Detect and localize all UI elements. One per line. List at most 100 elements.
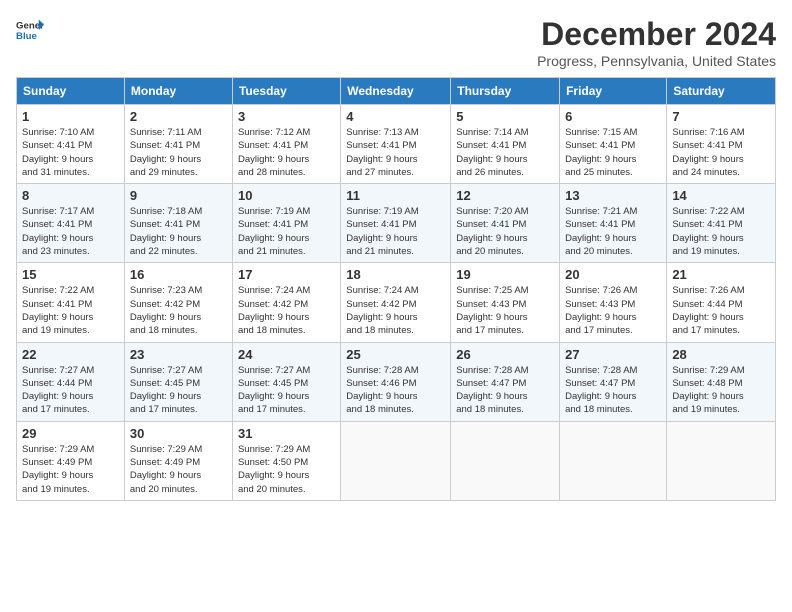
day-number: 12	[456, 188, 554, 203]
day-info: Sunrise: 7:21 AM Sunset: 4:41 PM Dayligh…	[565, 205, 661, 258]
day-info: Sunrise: 7:22 AM Sunset: 4:41 PM Dayligh…	[672, 205, 770, 258]
weekday-header: Sunday	[17, 78, 125, 105]
day-info: Sunrise: 7:27 AM Sunset: 4:44 PM Dayligh…	[22, 364, 119, 417]
calendar-cell: 13 Sunrise: 7:21 AM Sunset: 4:41 PM Dayli…	[560, 184, 667, 263]
calendar-cell	[667, 421, 776, 500]
day-info: Sunrise: 7:16 AM Sunset: 4:41 PM Dayligh…	[672, 126, 770, 179]
day-info: Sunrise: 7:19 AM Sunset: 4:41 PM Dayligh…	[346, 205, 445, 258]
day-info: Sunrise: 7:14 AM Sunset: 4:41 PM Dayligh…	[456, 126, 554, 179]
calendar-cell: 2 Sunrise: 7:11 AM Sunset: 4:41 PM Daylig…	[124, 105, 232, 184]
day-number: 15	[22, 267, 119, 282]
calendar-cell: 20 Sunrise: 7:26 AM Sunset: 4:43 PM Dayli…	[560, 263, 667, 342]
day-number: 13	[565, 188, 661, 203]
month-title: December 2024	[537, 16, 776, 53]
calendar-cell	[341, 421, 451, 500]
day-number: 26	[456, 347, 554, 362]
day-number: 29	[22, 426, 119, 441]
calendar-cell: 10 Sunrise: 7:19 AM Sunset: 4:41 PM Dayli…	[232, 184, 340, 263]
calendar-cell: 6Sunrise: 7:15 AM Sunset: 4:41 PM Daylig…	[560, 105, 667, 184]
day-info: Sunrise: 7:22 AM Sunset: 4:41 PM Dayligh…	[22, 284, 119, 337]
calendar-cell: 28Sunrise: 7:29 AM Sunset: 4:48 PM Dayli…	[667, 342, 776, 421]
day-info: Sunrise: 7:29 AM Sunset: 4:48 PM Dayligh…	[672, 364, 770, 417]
day-info: Sunrise: 7:12 AM Sunset: 4:41 PM Dayligh…	[238, 126, 335, 179]
weekday-header: Thursday	[451, 78, 560, 105]
day-info: Sunrise: 7:29 AM Sunset: 4:49 PM Dayligh…	[22, 443, 119, 496]
calendar-cell: 16Sunrise: 7:23 AM Sunset: 4:42 PM Dayli…	[124, 263, 232, 342]
calendar-cell: 11 Sunrise: 7:19 AM Sunset: 4:41 PM Dayli…	[341, 184, 451, 263]
day-number: 3	[238, 109, 335, 124]
location-title: Progress, Pennsylvania, United States	[537, 53, 776, 69]
calendar-week-row: 22 Sunrise: 7:27 AM Sunset: 4:44 PM Dayli…	[17, 342, 776, 421]
calendar-week-row: 29 Sunrise: 7:29 AM Sunset: 4:49 PM Dayli…	[17, 421, 776, 500]
calendar-cell: 23 Sunrise: 7:27 AM Sunset: 4:45 PM Dayli…	[124, 342, 232, 421]
day-number: 27	[565, 347, 661, 362]
day-info: Sunrise: 7:13 AM Sunset: 4:41 PM Dayligh…	[346, 126, 445, 179]
calendar-week-row: 8 Sunrise: 7:17 AM Sunset: 4:41 PM Daylig…	[17, 184, 776, 263]
calendar-cell	[451, 421, 560, 500]
day-number: 25	[346, 347, 445, 362]
day-number: 16	[130, 267, 227, 282]
day-info: Sunrise: 7:27 AM Sunset: 4:45 PM Dayligh…	[238, 364, 335, 417]
calendar-cell: 26 Sunrise: 7:28 AM Sunset: 4:47 PM Dayli…	[451, 342, 560, 421]
day-info: Sunrise: 7:24 AM Sunset: 4:42 PM Dayligh…	[346, 284, 445, 337]
day-number: 20	[565, 267, 661, 282]
day-info: Sunrise: 7:29 AM Sunset: 4:50 PM Dayligh…	[238, 443, 335, 496]
calendar-cell: 17 Sunrise: 7:24 AM Sunset: 4:42 PM Dayli…	[232, 263, 340, 342]
svg-text:Blue: Blue	[16, 31, 37, 42]
calendar-cell: 9 Sunrise: 7:18 AM Sunset: 4:41 PM Daylig…	[124, 184, 232, 263]
day-info: Sunrise: 7:28 AM Sunset: 4:47 PM Dayligh…	[565, 364, 661, 417]
day-info: Sunrise: 7:20 AM Sunset: 4:41 PM Dayligh…	[456, 205, 554, 258]
header: General Blue December 2024 Progress, Pen…	[16, 16, 776, 69]
day-info: Sunrise: 7:19 AM Sunset: 4:41 PM Dayligh…	[238, 205, 335, 258]
calendar-cell: 19Sunrise: 7:25 AM Sunset: 4:43 PM Dayli…	[451, 263, 560, 342]
day-number: 21	[672, 267, 770, 282]
calendar-cell: 31Sunrise: 7:29 AM Sunset: 4:50 PM Dayli…	[232, 421, 340, 500]
calendar-cell: 4Sunrise: 7:13 AM Sunset: 4:41 PM Daylig…	[341, 105, 451, 184]
logo-icon: General Blue	[16, 16, 44, 44]
day-info: Sunrise: 7:28 AM Sunset: 4:46 PM Dayligh…	[346, 364, 445, 417]
day-info: Sunrise: 7:28 AM Sunset: 4:47 PM Dayligh…	[456, 364, 554, 417]
weekday-header: Tuesday	[232, 78, 340, 105]
calendar-cell: 29 Sunrise: 7:29 AM Sunset: 4:49 PM Dayli…	[17, 421, 125, 500]
calendar-cell: 1Sunrise: 7:10 AM Sunset: 4:41 PM Daylig…	[17, 105, 125, 184]
weekday-header: Monday	[124, 78, 232, 105]
calendar-cell: 12 Sunrise: 7:20 AM Sunset: 4:41 PM Dayli…	[451, 184, 560, 263]
calendar-cell	[560, 421, 667, 500]
calendar-cell: 21 Sunrise: 7:26 AM Sunset: 4:44 PM Dayli…	[667, 263, 776, 342]
day-number: 14	[672, 188, 770, 203]
day-number: 11	[346, 188, 445, 203]
day-number: 7	[672, 109, 770, 124]
day-info: Sunrise: 7:11 AM Sunset: 4:41 PM Dayligh…	[130, 126, 227, 179]
day-number: 9	[130, 188, 227, 203]
calendar-cell: 8 Sunrise: 7:17 AM Sunset: 4:41 PM Daylig…	[17, 184, 125, 263]
day-info: Sunrise: 7:15 AM Sunset: 4:41 PM Dayligh…	[565, 126, 661, 179]
day-info: Sunrise: 7:17 AM Sunset: 4:41 PM Dayligh…	[22, 205, 119, 258]
day-info: Sunrise: 7:27 AM Sunset: 4:45 PM Dayligh…	[130, 364, 227, 417]
day-number: 24	[238, 347, 335, 362]
calendar-cell: 24 Sunrise: 7:27 AM Sunset: 4:45 PM Dayli…	[232, 342, 340, 421]
day-info: Sunrise: 7:26 AM Sunset: 4:44 PM Dayligh…	[672, 284, 770, 337]
calendar-cell: 27 Sunrise: 7:28 AM Sunset: 4:47 PM Dayli…	[560, 342, 667, 421]
day-number: 22	[22, 347, 119, 362]
weekday-header: Friday	[560, 78, 667, 105]
calendar-cell: 18Sunrise: 7:24 AM Sunset: 4:42 PM Dayli…	[341, 263, 451, 342]
day-info: Sunrise: 7:24 AM Sunset: 4:42 PM Dayligh…	[238, 284, 335, 337]
day-info: Sunrise: 7:18 AM Sunset: 4:41 PM Dayligh…	[130, 205, 227, 258]
day-number: 30	[130, 426, 227, 441]
calendar-week-row: 15 Sunrise: 7:22 AM Sunset: 4:41 PM Dayli…	[17, 263, 776, 342]
calendar-cell: 15 Sunrise: 7:22 AM Sunset: 4:41 PM Dayli…	[17, 263, 125, 342]
day-number: 1	[22, 109, 119, 124]
day-number: 10	[238, 188, 335, 203]
calendar-cell: 14 Sunrise: 7:22 AM Sunset: 4:41 PM Dayli…	[667, 184, 776, 263]
day-info: Sunrise: 7:26 AM Sunset: 4:43 PM Dayligh…	[565, 284, 661, 337]
day-number: 2	[130, 109, 227, 124]
calendar-cell: 22 Sunrise: 7:27 AM Sunset: 4:44 PM Dayli…	[17, 342, 125, 421]
calendar-cell: 30 Sunrise: 7:29 AM Sunset: 4:49 PM Dayli…	[124, 421, 232, 500]
day-number: 17	[238, 267, 335, 282]
day-number: 8	[22, 188, 119, 203]
logo: General Blue	[16, 16, 44, 44]
day-info: Sunrise: 7:29 AM Sunset: 4:49 PM Dayligh…	[130, 443, 227, 496]
calendar-table: SundayMondayTuesdayWednesdayThursdayFrid…	[16, 77, 776, 501]
calendar-cell: 25 Sunrise: 7:28 AM Sunset: 4:46 PM Dayli…	[341, 342, 451, 421]
day-number: 23	[130, 347, 227, 362]
